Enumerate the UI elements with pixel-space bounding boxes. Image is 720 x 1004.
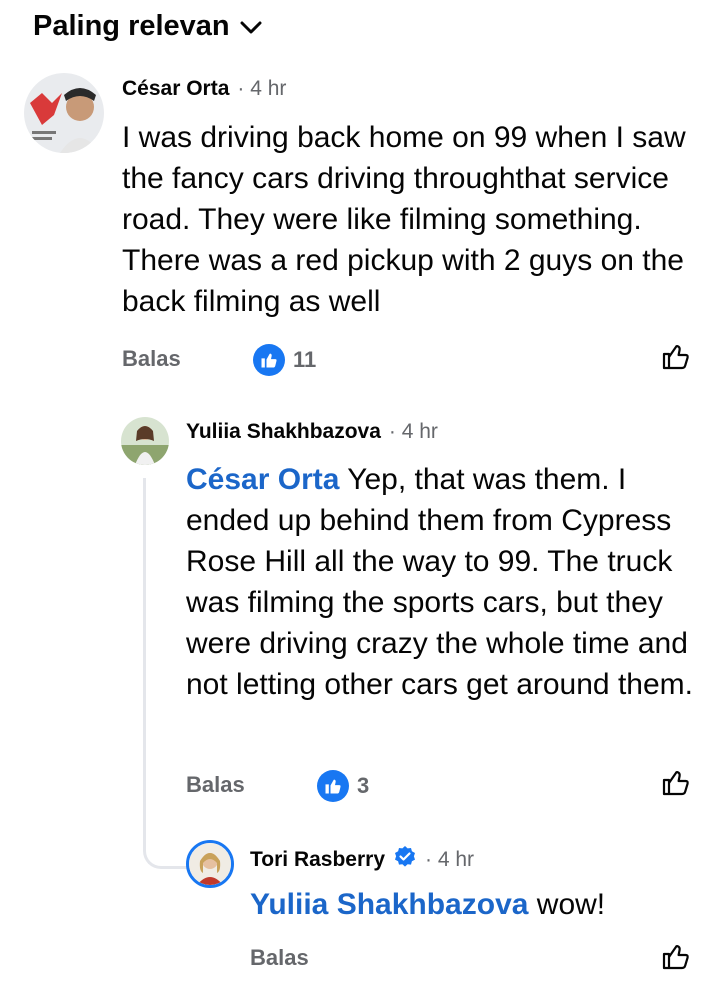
comment-time[interactable]: · 4 hr xyxy=(425,848,474,872)
verified-badge-icon xyxy=(393,845,417,874)
comment-meta: Tori Rasberry · 4 hr xyxy=(250,845,474,874)
reaction-summary[interactable]: 3 xyxy=(317,770,369,802)
avatar[interactable] xyxy=(24,73,104,153)
reaction-count: 11 xyxy=(293,347,317,372)
comment-time[interactable]: · 4 hr xyxy=(389,420,438,444)
author-name[interactable]: Yuliia Shakhbazova xyxy=(186,420,381,444)
comment-text: I was driving back home on 99 when I saw… xyxy=(122,121,686,318)
reply-button[interactable]: Balas xyxy=(186,772,245,798)
avatar[interactable] xyxy=(121,417,169,465)
thread-line xyxy=(143,478,146,850)
sort-label: Paling relevan xyxy=(33,10,230,42)
comment-text: César Orta Yep, that was them. I ended u… xyxy=(186,459,706,705)
like-reaction-icon xyxy=(253,344,285,376)
mention-link[interactable]: César Orta xyxy=(186,463,339,496)
like-button-icon[interactable] xyxy=(660,766,692,803)
author-name[interactable]: César Orta xyxy=(122,77,229,101)
author-name[interactable]: Tori Rasberry xyxy=(250,848,385,872)
like-reaction-icon xyxy=(317,770,349,802)
like-button-icon[interactable] xyxy=(660,940,692,977)
reply-button[interactable]: Balas xyxy=(122,346,181,372)
sort-dropdown[interactable]: Paling relevan xyxy=(33,10,262,43)
reply-button[interactable]: Balas xyxy=(250,945,309,971)
like-button-icon[interactable] xyxy=(660,340,692,377)
reaction-summary[interactable]: 11 xyxy=(253,344,316,376)
thread-connector xyxy=(143,836,190,869)
comment-time[interactable]: · 4 hr xyxy=(237,77,286,101)
mention-link[interactable]: Yuliia Shakhbazova xyxy=(250,888,528,921)
comment-body: Yep, that was them. I ended up behind th… xyxy=(186,463,693,701)
reaction-count: 3 xyxy=(357,773,370,798)
comment-text: Yuliia Shakhbazova wow! xyxy=(250,884,700,925)
comment-meta: César Orta · 4 hr xyxy=(122,77,286,101)
avatar[interactable] xyxy=(186,840,234,888)
comment-meta: Yuliia Shakhbazova · 4 hr xyxy=(186,420,438,444)
comment-body: wow! xyxy=(528,888,606,921)
chevron-down-icon xyxy=(240,10,262,43)
